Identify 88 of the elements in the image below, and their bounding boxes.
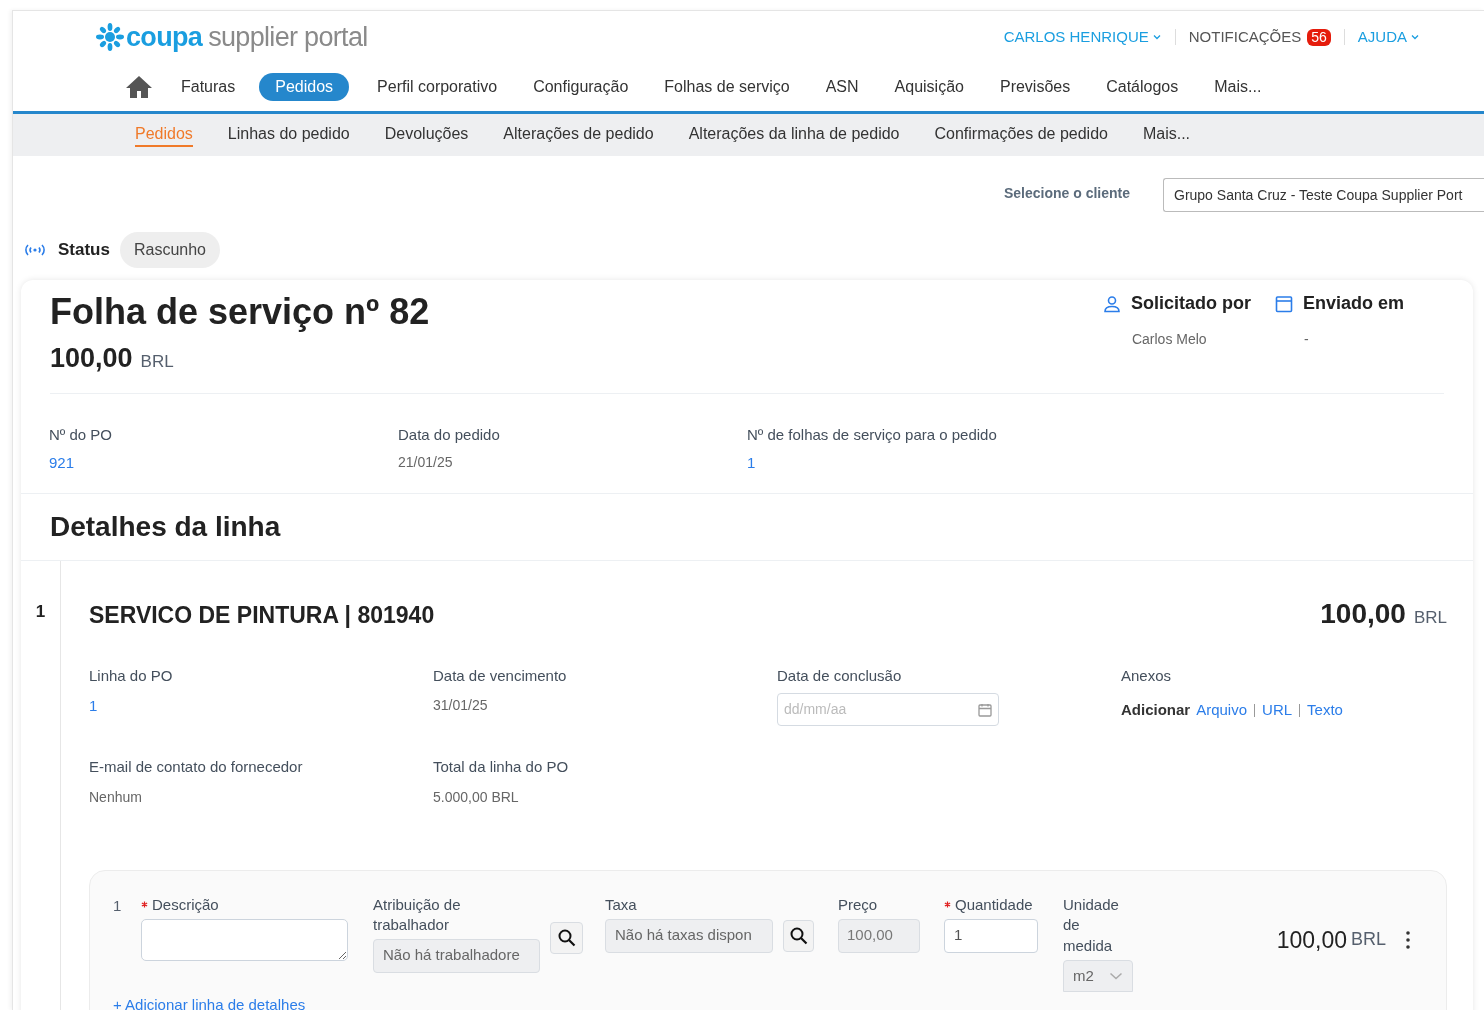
lookup-field[interactable]: Não há trabalhadore — [373, 938, 540, 973]
line-title: SERVICO DE PINTURA | 801940 — [89, 600, 436, 630]
description-field[interactable] — [141, 918, 348, 961]
field-link[interactable]: 1 — [747, 452, 1096, 475]
price-field: 100,00 — [838, 918, 920, 953]
search-button[interactable] — [550, 921, 583, 954]
subnav-tab[interactable]: Alterações de pedido — [503, 123, 654, 147]
nav-tab[interactable]: Pedidos — [259, 73, 350, 101]
field-label: Data do pedido — [398, 424, 501, 445]
detail-amount: 100,00 — [1276, 925, 1347, 955]
field-label: Atribuição de trabalhador — [373, 894, 462, 935]
chevron-down-icon — [1410, 32, 1420, 42]
currency-label: BRL — [140, 351, 174, 373]
status-label: Status — [58, 239, 110, 262]
field-label: Total da linha do PO — [433, 757, 570, 777]
field-value: 31/01/25 — [433, 696, 489, 715]
search-icon — [556, 927, 577, 948]
sheet-title: Folha de serviço nº 82 — [50, 290, 431, 334]
quantity-field[interactable]: 1 — [944, 918, 1038, 953]
field-value: 21/01/25 — [398, 453, 454, 472]
attachment-link[interactable]: Arquivo — [1196, 699, 1248, 722]
field-label: Selecione o cliente — [1003, 184, 1130, 203]
section-heading: Detalhes da linha — [49, 509, 282, 544]
field-label: Descrição — [152, 894, 219, 915]
status-badge: Rascunho — [119, 232, 220, 268]
field-label: Quantidade — [955, 894, 1033, 915]
subnav-tab[interactable]: Mais... — [1142, 123, 1191, 147]
attachment-label: Adicionar — [1121, 700, 1191, 720]
logo-product: supplier portal — [208, 23, 368, 51]
attachment-link[interactable]: URL — [1262, 699, 1293, 722]
logo-icon — [95, 23, 125, 51]
subnav-tab[interactable]: Devoluções — [384, 123, 469, 147]
person-icon — [1102, 294, 1121, 313]
chevron-down-icon — [1151, 32, 1162, 42]
subnav-tab[interactable]: Confirmações de pedido — [934, 123, 1108, 147]
field-label: Nº do PO — [49, 424, 113, 445]
meta-label: Enviado em — [1302, 292, 1404, 315]
notifications-link[interactable]: NOTIFICAÇÕES 56 — [1188, 25, 1331, 49]
field-label: Preço — [838, 894, 878, 915]
nav-tab[interactable]: ASN — [821, 75, 863, 99]
field-label: E-mail de contato do fornecedor — [89, 757, 304, 777]
currency-label: BRL — [1413, 606, 1447, 629]
nav-tab[interactable]: Perfil corporativo — [373, 75, 502, 99]
subnav-tab[interactable]: Linhas do pedido — [227, 123, 350, 147]
field-link[interactable]: 921 — [49, 452, 398, 475]
field-link[interactable]: 1 — [89, 695, 433, 718]
client-dropdown[interactable]: Grupo Santa Cruz - Teste Coupa Supplier Port — [1163, 178, 1484, 212]
more-button[interactable] — [1406, 930, 1410, 949]
home-button[interactable] — [125, 75, 153, 99]
logo-brand: coupa — [126, 23, 203, 51]
field-value: 5.000,00 BRL — [433, 787, 520, 807]
nav-tab[interactable]: Catálogos — [1102, 75, 1183, 99]
home-icon — [125, 75, 153, 99]
line-amount: 100,00 — [1320, 596, 1406, 631]
nav-tab[interactable]: Configuração — [529, 75, 633, 99]
nav-tab[interactable]: Folhas de serviço — [660, 75, 794, 99]
more-icon — [1406, 930, 1410, 949]
chevron-down-icon — [1109, 971, 1123, 981]
search-button[interactable] — [783, 919, 814, 952]
search-icon — [788, 925, 809, 946]
field-label: Data de conclusão — [777, 665, 903, 686]
calendar-icon — [1274, 294, 1293, 313]
broadcast-icon — [23, 243, 47, 257]
sheet-amount: 100,00 — [50, 342, 133, 375]
line-number: 1 — [35, 600, 46, 623]
field-label: Anexos — [1121, 665, 1173, 686]
nav-tab[interactable]: Faturas — [177, 75, 240, 99]
meta-value: - — [1303, 330, 1310, 349]
meta-label: Solicitado por — [1130, 292, 1251, 315]
field-label: Data de vencimento — [433, 665, 568, 686]
notification-count: 56 — [1307, 28, 1331, 46]
field-value: Nenhum — [89, 787, 143, 807]
meta-value: Carlos Melo — [1131, 330, 1208, 349]
calendar-icon — [978, 702, 992, 717]
subnav-tab[interactable]: Alterações da linha de pedido — [688, 123, 900, 147]
field-label: Linha do PO — [89, 665, 174, 686]
detail-number: 1 — [113, 895, 123, 916]
field-label: Taxa — [605, 894, 637, 915]
nav-tab[interactable]: Aquisição — [890, 75, 968, 99]
nav-tab[interactable]: Previsões — [995, 75, 1075, 99]
attachment-link[interactable]: Texto — [1307, 699, 1343, 722]
field-label: Nº de folhas de serviço para o pedido — [747, 424, 998, 445]
unit-dropdown[interactable]: m2 — [1063, 960, 1133, 992]
lookup-field[interactable]: Não há taxas dispon — [605, 918, 773, 953]
currency-label: BRL — [1351, 928, 1386, 952]
add-detail-link[interactable]: + Adicionar linha de detalhes — [113, 994, 306, 1010]
field-label: Unidade de medida — [1063, 894, 1120, 956]
nav-tab[interactable]: Mais... — [1210, 75, 1266, 99]
